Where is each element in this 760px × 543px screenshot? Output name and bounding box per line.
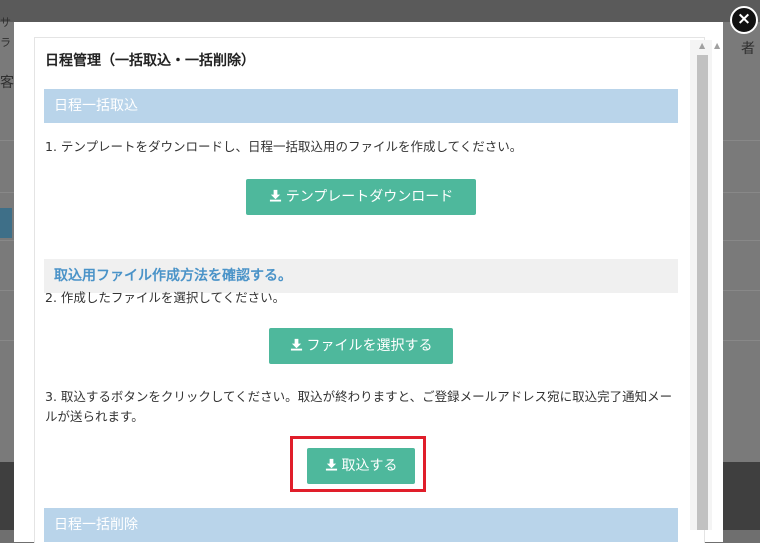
download-icon: [290, 338, 302, 351]
select-file-label: ファイルを選択する: [306, 338, 433, 354]
delete-section-header: 日程一括削除: [44, 508, 678, 542]
background-text: ラ: [0, 36, 11, 49]
scrollbar-thumb[interactable]: [697, 55, 708, 530]
import-section-header: 日程一括取込: [44, 89, 678, 123]
background-text: 者: [741, 41, 755, 57]
select-file-button[interactable]: ファイルを選択する: [269, 328, 453, 364]
background-text: サ: [0, 16, 11, 29]
highlight-box: [290, 436, 426, 492]
step-1-text: 1. テンプレートをダウンロードし、日程一括取込用のファイルを作成してください。: [45, 139, 523, 154]
close-button[interactable]: ×: [730, 6, 758, 34]
scroll-up-arrow-secondary[interactable]: ▲: [714, 41, 720, 50]
background-topbar: [0, 0, 760, 22]
step-3-text: 3. 取込するボタンをクリックしてください。取込が終わりますと、ご登録メールアド…: [45, 389, 673, 424]
step-2-text: 2. 作成したファイルを選択してください。: [45, 290, 286, 305]
background-text: 客: [0, 75, 14, 91]
background-blue-block: [0, 208, 12, 238]
close-icon: ×: [736, 9, 752, 29]
modal-title: 日程管理（一括取込・一括削除）: [45, 53, 255, 69]
download-icon: [269, 189, 281, 202]
scroll-up-arrow[interactable]: ▲: [699, 41, 705, 50]
download-template-button[interactable]: テンプレートダウンロード: [246, 179, 476, 215]
download-template-label: テンプレートダウンロード: [285, 189, 454, 205]
